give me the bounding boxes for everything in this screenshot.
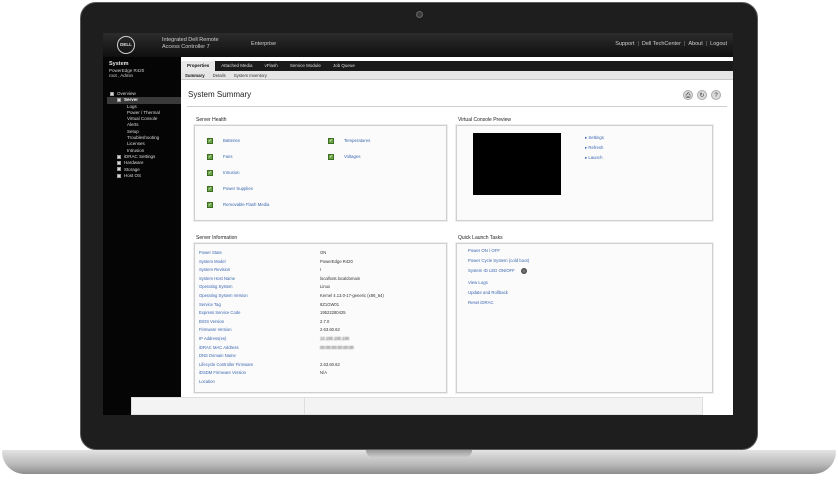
techcenter-link[interactable]: Dell TechCenter — [642, 41, 681, 47]
laptop-notch — [366, 450, 472, 458]
update-rollback-link[interactable]: Update and Rollback — [468, 290, 508, 295]
check-icon: ✓ — [207, 137, 213, 144]
info-row-host-name: System Host Name localhost.localdomain — [199, 275, 361, 281]
title-divider — [187, 106, 727, 107]
info-row-lc-firmware: Lifecycle Controller Firmware 2.63.60.62 — [199, 361, 340, 367]
product-line-2: Access Controller 7 — [162, 44, 210, 50]
check-icon: ✓ — [207, 169, 213, 176]
info-row-operating-system: Operating System Linux — [199, 284, 331, 290]
tab-service-module[interactable]: Service Module — [284, 61, 327, 71]
health-voltages[interactable]: ✓ Voltages — [328, 153, 361, 160]
check-icon: ✓ — [207, 185, 213, 192]
quick-launch-panel — [456, 243, 713, 393]
reset-idrac-link[interactable]: Reset iDRAC — [468, 300, 494, 305]
logout-link[interactable]: Logout — [710, 41, 727, 47]
info-row-os-version: Operating System Version Kernel 4.13.0-17… — [199, 293, 384, 298]
subtab-details[interactable]: Details — [209, 71, 230, 79]
tab-properties[interactable]: Properties — [181, 61, 216, 71]
product-name: Integrated Dell Remote Access Controller… — [162, 37, 232, 51]
info-row-idrac-mac: iDRAC MAC Address 00:00:00:00:00:00 — [199, 344, 354, 350]
webcam-icon — [416, 11, 423, 18]
page-title: System Summary — [188, 90, 252, 99]
info-row-location: Location — [199, 379, 215, 384]
info-row-bios-version: BIOS Version 2.7.0 — [199, 318, 330, 324]
power-cycle-link[interactable]: Power Cycle System (cold boot) — [468, 258, 529, 263]
expand-icon[interactable] — [117, 154, 121, 159]
print-icon[interactable]: ⎙ — [683, 90, 693, 100]
product-line-1: Integrated Dell Remote — [162, 37, 219, 43]
subtab-summary[interactable]: Summary — [181, 71, 209, 79]
info-row-idsdm-firmware: iDSDM Firmware Version N/A — [199, 370, 327, 376]
server-info-title: Server Information — [196, 235, 238, 241]
console-settings-link[interactable]: ▸ Settings — [585, 135, 604, 141]
screen: DELL Integrated Dell Remote Access Contr… — [103, 33, 733, 415]
header-links: Support | Dell TechCenter | About | Logo… — [615, 41, 727, 47]
server-health-title: Server Health — [196, 117, 227, 123]
top-header: DELL Integrated Dell Remote Access Contr… — [103, 33, 733, 57]
virtual-console-title: Virtual Console Preview — [458, 117, 511, 123]
info-row-service-tag: Service Tag 8Z1GW01 — [199, 301, 340, 307]
tab-job-queue[interactable]: Job Queue — [327, 61, 361, 71]
about-link[interactable]: About — [688, 41, 702, 47]
current-user: root , Admin — [109, 73, 134, 78]
info-row-dns-domain: DNS Domain Name — [199, 353, 236, 359]
console-preview-image[interactable] — [473, 133, 561, 195]
health-batteries[interactable]: ✓ Batteries — [207, 137, 240, 144]
health-power-supplies[interactable]: ✓ Power Supplies — [207, 185, 253, 192]
info-row-express-service-code: Express Service Code 19522280425 — [199, 310, 346, 316]
sidebar: System PowerEdge R420 root , Admin Overv… — [103, 57, 181, 415]
help-icon[interactable]: ? — [711, 90, 721, 100]
check-icon: ✓ — [328, 137, 334, 144]
main-tabs: Properties Attached Media vFlash Service… — [181, 61, 733, 71]
sub-tabs: Summary Details System Inventory — [181, 71, 733, 80]
tree-item-host-os[interactable]: Host OS — [107, 173, 181, 179]
health-temperatures[interactable]: ✓ Temperatures — [328, 137, 370, 144]
check-icon: ✓ — [207, 201, 213, 208]
console-launch-link[interactable]: ▸ Launch — [585, 155, 602, 161]
info-row-system-model: System Model PowerEdge R420 — [199, 258, 353, 264]
subtab-system-inventory[interactable]: System Inventory — [230, 71, 271, 79]
health-removable-flash-media[interactable]: ✓ Removable Flash Media — [207, 201, 269, 208]
dell-logo: DELL — [117, 36, 135, 54]
refresh-icon[interactable]: ↻ — [697, 90, 707, 100]
expand-icon[interactable] — [117, 161, 121, 166]
check-icon: ✓ — [207, 153, 213, 160]
info-row-ip-addresses: IP Address(es) 10.100.100.100 — [199, 336, 350, 341]
info-row-system-revision: System Revision I — [199, 267, 322, 273]
led-indicator-icon — [520, 268, 527, 274]
tab-attached-media[interactable]: Attached Media — [215, 61, 258, 71]
view-logs-link[interactable]: View Logs — [468, 280, 488, 285]
quick-launch-title: Quick Launch Tasks — [458, 235, 503, 241]
health-intrusion[interactable]: ✓ Intrusion — [207, 169, 239, 176]
info-row-firmware-version: Firmware Version 2.63.60.62 — [199, 327, 340, 333]
collapse-icon[interactable] — [117, 98, 121, 103]
power-on-off-link[interactable]: Power ON / OFF — [468, 248, 500, 253]
footer-bar — [131, 397, 703, 415]
collapse-icon[interactable] — [110, 91, 114, 96]
expand-icon[interactable] — [117, 173, 121, 178]
health-fans[interactable]: ✓ Fans — [207, 153, 233, 160]
console-refresh-link[interactable]: ▸ Refresh — [585, 145, 603, 151]
info-row-power-state: Power State ON — [199, 250, 327, 255]
system-id-led-link[interactable]: System ID LED ON/OFF — [468, 268, 527, 274]
system-title: System — [109, 61, 129, 67]
navigation-tree: Overview Server Logs Power / Thermal Vir… — [107, 91, 181, 179]
check-icon: ✓ — [328, 153, 334, 160]
license-edition: Enterprise — [251, 41, 277, 47]
support-link[interactable]: Support — [615, 41, 634, 47]
expand-icon[interactable] — [117, 167, 121, 172]
tab-vflash[interactable]: vFlash — [259, 61, 284, 71]
